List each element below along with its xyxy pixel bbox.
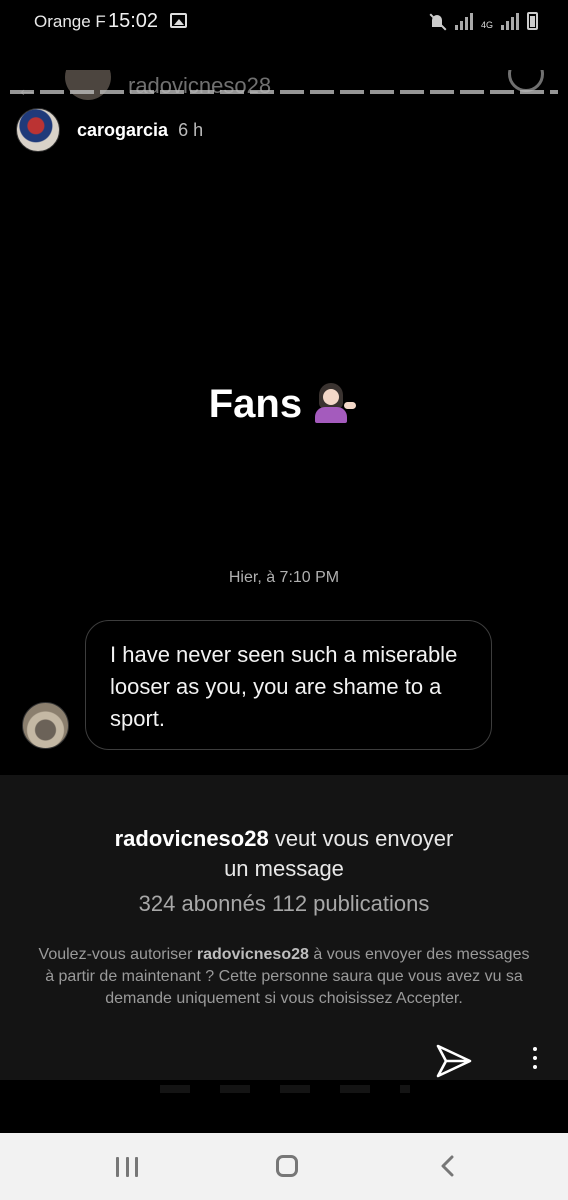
info-icon[interactable] (508, 70, 544, 92)
status-bar: Orange F 15:02 4G (0, 0, 568, 44)
story-caption-text: Fans (208, 382, 303, 426)
status-icons: 4G (429, 12, 538, 30)
story-caption: Fans (0, 382, 568, 427)
recent-apps-icon[interactable] (116, 1157, 138, 1177)
network-type-label: 4G (480, 20, 493, 30)
home-icon[interactable] (276, 1155, 298, 1177)
mute-icon (429, 12, 447, 30)
request-stats: 324 abonnés 112 publications (138, 891, 430, 916)
request-desc-prefix: Voulez-vous autoriser (38, 946, 197, 963)
system-navigation-bar (0, 1133, 568, 1200)
input-area-divider (160, 1085, 410, 1093)
story-progress-bar (10, 90, 558, 94)
story-avatar[interactable] (16, 108, 60, 152)
back-icon[interactable] (438, 1155, 458, 1177)
request-username[interactable]: radovicneso28 (115, 826, 269, 851)
signal-icon (454, 12, 473, 30)
more-options-icon[interactable] (528, 1047, 542, 1075)
person-tipping-hand-icon (313, 383, 359, 423)
request-title-suffix: veut vous envoyer (268, 826, 454, 851)
sender-username: radovicneso28 (128, 73, 272, 98)
clock: 15:02 (108, 10, 159, 32)
story-username[interactable]: carogarcia (77, 120, 168, 141)
dm-header: ← radovicneso28 (0, 70, 568, 100)
signal-icon-2 (501, 12, 519, 30)
story-age: 6 h (178, 119, 204, 140)
send-icon[interactable] (436, 1044, 472, 1078)
request-desc-username: radovicneso28 (196, 946, 309, 963)
request-description: Voulez-vous autoriser radovicneso28 à vo… (36, 944, 532, 1010)
image-notification-icon (170, 13, 187, 28)
sender-avatar (65, 70, 111, 100)
message-timestamp: Hier, à 7:10 PM (228, 569, 340, 586)
carrier-label: Orange F (34, 12, 106, 31)
story-header: carogarcia 6 h (16, 105, 203, 155)
battery-icon (527, 12, 538, 30)
message-request-panel: radovicneso28 veut vous envoyer un messa… (0, 775, 568, 1080)
request-title-line2: un message (224, 856, 344, 881)
message-bubble[interactable]: I have never seen such a miserable loose… (85, 620, 492, 750)
sender-avatar-small[interactable] (22, 702, 69, 749)
request-title: radovicneso28 veut vous envoyer un messa… (0, 824, 568, 884)
back-arrow-icon[interactable]: ← (16, 76, 38, 100)
